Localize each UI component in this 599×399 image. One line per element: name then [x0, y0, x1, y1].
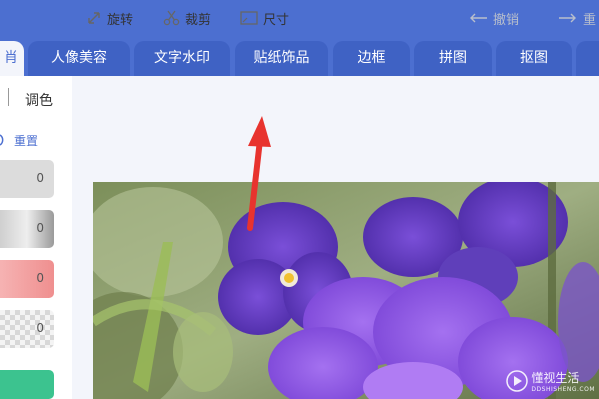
- redo-button[interactable]: 重: [558, 0, 596, 36]
- tab-text-watermark[interactable]: 文字水印: [134, 41, 230, 76]
- tab-portrait-beauty[interactable]: 人像美容: [28, 41, 130, 76]
- undo-label: 撤销: [493, 12, 520, 28]
- crop-button[interactable]: 裁剪: [163, 0, 211, 36]
- watermark-url: DDSHISHENG.COM: [531, 386, 595, 393]
- transparency-slider[interactable]: 0: [0, 310, 54, 348]
- tone-tab[interactable]: 调色: [25, 90, 53, 110]
- brightness-value: 0: [36, 171, 44, 185]
- size-label: 尺寸: [263, 12, 290, 28]
- saturation-slider[interactable]: 0: [0, 210, 54, 248]
- crop-label: 裁剪: [185, 12, 212, 28]
- edit-toolbar: [0, 76, 599, 112]
- undo-button[interactable]: 撤销: [468, 0, 519, 36]
- size-button[interactable]: 尺寸: [240, 0, 289, 36]
- transparency-value: 0: [36, 321, 44, 335]
- purple-flowers-photo: [93, 182, 599, 399]
- tab-collage[interactable]: 拼图: [414, 41, 492, 76]
- watermark-text-block: 懂视生活 DDSHISHENG.COM: [531, 369, 595, 393]
- tab-active[interactable]: 肖: [0, 41, 24, 76]
- reset-icon: [0, 134, 4, 146]
- watermark-text: 懂视生活: [531, 371, 580, 385]
- tab-border[interactable]: 边框: [333, 41, 410, 76]
- adjust-sidebar: [0, 112, 72, 399]
- watermark-logo-icon: [506, 370, 529, 392]
- redo-arrow-icon: [559, 13, 576, 23]
- green-slider[interactable]: [0, 370, 54, 399]
- tab-stickers[interactable]: 贴纸饰品: [235, 41, 328, 76]
- rotate-button[interactable]: 旋转: [86, 0, 133, 36]
- sidebar-header: 调色: [0, 76, 72, 112]
- sidebar-divider: [8, 88, 9, 106]
- redo-label: 重: [583, 12, 597, 28]
- tab-more[interactable]: [576, 41, 599, 76]
- brightness-slider[interactable]: 0: [0, 160, 54, 198]
- photo-canvas[interactable]: [93, 182, 599, 399]
- watermark: 懂视生活 DDSHISHENG.COM: [506, 369, 595, 393]
- rotate-label: 旋转: [107, 12, 134, 28]
- warmth-slider[interactable]: 0: [0, 260, 54, 298]
- reset-button[interactable]: 重置: [0, 131, 38, 149]
- resize-icon: [240, 11, 258, 25]
- undo-arrow-icon: [470, 13, 487, 23]
- tab-cutout[interactable]: 抠图: [496, 41, 572, 76]
- scissors-icon: [163, 10, 180, 26]
- rotate-icon: [88, 12, 100, 24]
- reset-label: 重置: [14, 133, 39, 148]
- saturation-value: 0: [36, 221, 44, 235]
- warmth-value: 0: [36, 271, 44, 285]
